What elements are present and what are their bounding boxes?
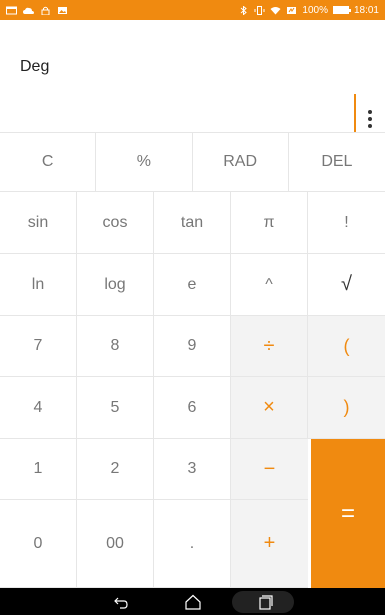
function-row: C % RAD DEL xyxy=(0,132,385,192)
recent-apps-icon[interactable] xyxy=(252,592,278,612)
digit-8-button[interactable]: 8 xyxy=(77,316,154,377)
plus-button[interactable]: + xyxy=(231,500,308,588)
sqrt-button[interactable]: √ xyxy=(308,254,385,316)
status-time: 18:01 xyxy=(353,4,379,16)
digit-9-button[interactable]: 9 xyxy=(154,316,231,377)
log-button[interactable]: log xyxy=(77,254,154,316)
percent-button[interactable]: % xyxy=(96,133,193,192)
sin-button[interactable]: sin xyxy=(0,192,77,254)
open-paren-button[interactable]: ( xyxy=(308,316,385,377)
number-row-4: 0 00 . + xyxy=(0,500,311,588)
number-row-2: 4 5 6 × ) xyxy=(0,377,385,439)
digit-7-button[interactable]: 7 xyxy=(0,316,77,377)
pi-button[interactable]: π xyxy=(231,192,308,254)
divide-button[interactable]: ÷ xyxy=(231,316,308,377)
home-icon[interactable] xyxy=(180,592,206,612)
minus-button[interactable]: − xyxy=(231,439,308,500)
digit-5-button[interactable]: 5 xyxy=(77,377,154,439)
status-bar: 100% 18:01 xyxy=(0,0,385,20)
digit-3-button[interactable]: 3 xyxy=(154,439,231,500)
image-icon xyxy=(57,6,68,15)
angle-mode-label: Deg xyxy=(20,58,50,75)
cloud-upload-icon xyxy=(23,6,34,15)
clear-button[interactable]: C xyxy=(0,133,97,192)
battery-percent: 100% xyxy=(302,4,328,16)
factorial-button[interactable]: ! xyxy=(308,192,385,254)
number-row-3: 1 2 3 − xyxy=(0,439,311,500)
battery-saver-icon xyxy=(286,6,297,15)
equals-button[interactable]: = xyxy=(311,439,385,588)
decimal-point-button[interactable]: . xyxy=(154,500,231,588)
digit-2-button[interactable]: 2 xyxy=(77,439,154,500)
battery-icon xyxy=(332,6,351,14)
ln-button[interactable]: ln xyxy=(0,254,77,316)
calculator-display: Deg xyxy=(0,20,385,138)
keypad: C % RAD DEL sin cos tan π ! ln log e ^ √… xyxy=(0,132,385,588)
lock-icon xyxy=(40,6,51,15)
tan-button[interactable]: tan xyxy=(154,192,231,254)
e-button[interactable]: e xyxy=(154,254,231,316)
wifi-icon xyxy=(270,6,281,15)
close-paren-button[interactable]: ) xyxy=(308,377,385,439)
number-row-1: 7 8 9 ÷ ( xyxy=(0,316,385,377)
power-button[interactable]: ^ xyxy=(231,254,308,316)
bluetooth-icon xyxy=(238,5,249,15)
multiply-button[interactable]: × xyxy=(231,377,308,439)
rad-button[interactable]: RAD xyxy=(192,133,289,192)
double-zero-button[interactable]: 00 xyxy=(77,500,154,588)
delete-button[interactable]: DEL xyxy=(288,133,385,192)
scientific-row-1: sin cos tan π ! xyxy=(0,192,385,254)
digit-1-button[interactable]: 1 xyxy=(0,439,77,500)
scientific-row-2: ln log e ^ √ xyxy=(0,254,385,316)
cos-button[interactable]: cos xyxy=(77,192,154,254)
digit-6-button[interactable]: 6 xyxy=(154,377,231,439)
card-icon xyxy=(6,6,17,15)
vibrate-icon xyxy=(254,5,265,15)
more-vert-icon[interactable] xyxy=(362,106,378,132)
back-icon[interactable] xyxy=(108,592,134,612)
digit-0-button[interactable]: 0 xyxy=(0,500,77,588)
digit-4-button[interactable]: 4 xyxy=(0,377,77,439)
navigation-bar xyxy=(0,588,385,615)
